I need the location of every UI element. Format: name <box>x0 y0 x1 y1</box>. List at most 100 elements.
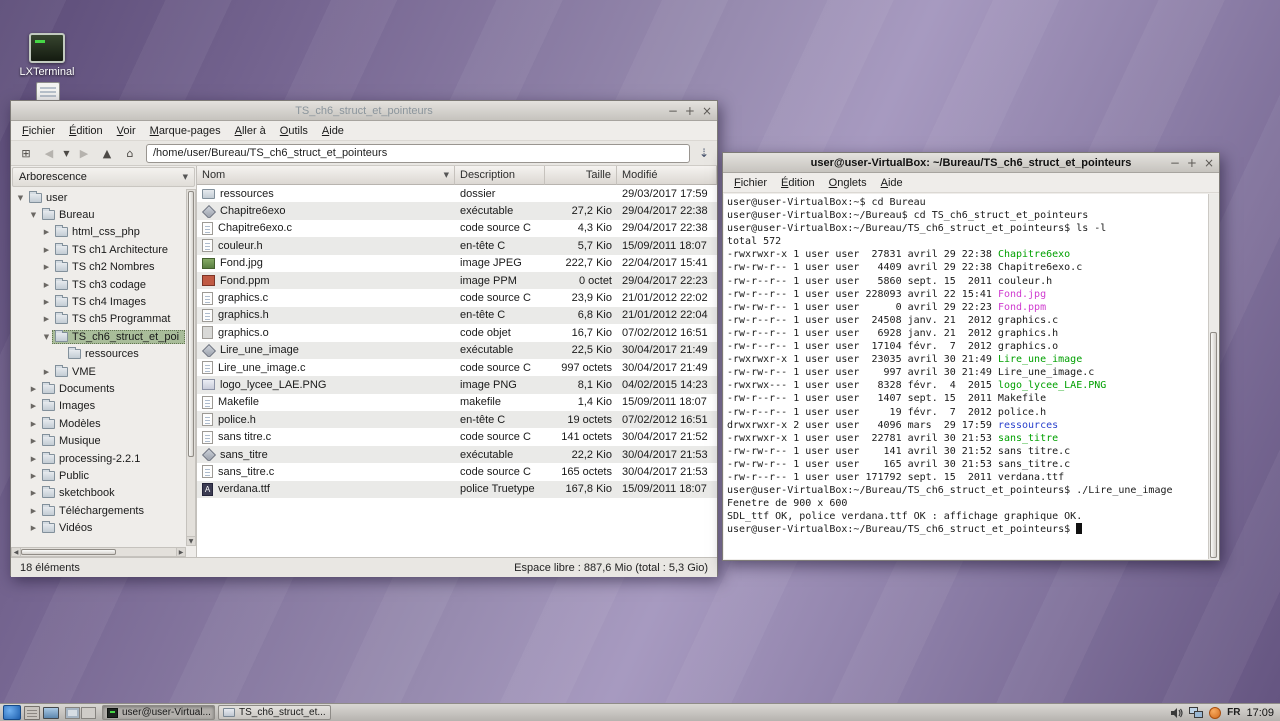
tree-item-documents[interactable]: ▶ Documents <box>12 380 185 397</box>
new-tab-icon[interactable]: ⊞ <box>15 143 37 163</box>
maximize-button[interactable]: + <box>685 105 695 117</box>
tree-item-ts-ch1-architecture[interactable]: ▶ TS ch1 Architecture <box>12 241 185 258</box>
tree-item-vme[interactable]: ▶ VME <box>12 363 185 380</box>
expander-icon[interactable]: ▶ <box>28 455 39 463</box>
tree-item-bureau[interactable]: ▼ Bureau <box>12 206 185 223</box>
file-row-couleur-h[interactable]: couleur.h en-tête C 5,7 Kio 15/09/2011 18:0… <box>197 237 717 255</box>
terminal-titlebar[interactable]: user@user-VirtualBox: ~/Bureau/TS_ch6_st… <box>723 153 1219 173</box>
expander-icon[interactable]: ▶ <box>41 246 52 254</box>
updates-icon[interactable] <box>1209 706 1222 719</box>
tree-item-images[interactable]: ▶ Images <box>12 398 185 415</box>
file-row-logo-lycee-lae-png[interactable]: logo_lycee_LAE.PNG image PNG 8,1 Kio 04/02/… <box>197 376 717 394</box>
file-row-chapitre6exo[interactable]: Chapitre6exo exécutable 27,2 Kio 29/04/2017… <box>197 202 717 220</box>
file-manager-titlebar[interactable]: TS_ch6_struct_et_pointeurs − + × <box>11 101 717 121</box>
column-header-taille[interactable]: Taille <box>545 166 617 185</box>
file-row-verdana-ttf[interactable]: verdana.ttf police Truetype 167,8 Kio 15/09… <box>197 480 717 499</box>
volume-icon[interactable] <box>1170 707 1183 719</box>
tree-item-ts-ch6-struct-et-poi[interactable]: ▼ TS_ch6_struct_et_poi <box>12 328 185 345</box>
back-icon[interactable]: ◀ <box>38 143 60 163</box>
expander-icon[interactable]: ▶ <box>28 420 39 428</box>
expander-icon[interactable]: ▶ <box>28 385 39 393</box>
minimize-button[interactable]: − <box>668 105 678 117</box>
tree-item-ressources[interactable]: ressources <box>12 346 185 363</box>
menu-voir[interactable]: Voir <box>110 123 143 139</box>
expander-icon[interactable]: ▶ <box>28 524 39 532</box>
column-header-modifie[interactable]: Modifié <box>617 166 717 185</box>
menu-edition[interactable]: Édition <box>62 123 110 139</box>
file-row-fond-ppm[interactable]: Fond.ppm image PPM 0 octet 29/04/2017 22:23 <box>197 271 717 290</box>
column-header-nom[interactable]: Nom ▼ <box>197 166 455 185</box>
expander-icon[interactable]: ▶ <box>28 472 39 480</box>
menu-marque-pages[interactable]: Marque-pages <box>143 123 228 139</box>
tree-item-ts-ch3-codage[interactable]: ▶ TS ch3 codage <box>12 276 185 293</box>
scrollbar-thumb[interactable] <box>188 191 194 458</box>
menu-aide[interactable]: Aide <box>874 175 910 191</box>
terminal-screen[interactable]: user@user-VirtualBox:~$ cd Bureau user@us… <box>724 194 1208 559</box>
tree-item-html-css-php[interactable]: ▶ html_css_php <box>12 224 185 241</box>
close-button[interactable]: × <box>702 105 712 117</box>
file-row-lire-une-image[interactable]: Lire_une_image exécutable 22,5 Kio 30/04/20… <box>197 341 717 359</box>
side-pane-horizontal-scrollbar[interactable]: ◀ ▶ <box>11 547 186 557</box>
scroll-down-icon[interactable]: ▼ <box>187 536 195 545</box>
tree-item-musique[interactable]: ▶ Musique <box>12 432 185 449</box>
tree-item-processing-2-2-1[interactable]: ▶ processing-2.2.1 <box>12 450 185 467</box>
desktop-launcher-icon[interactable] <box>43 707 59 719</box>
expander-icon[interactable]: ▶ <box>41 298 52 306</box>
terminal-scrollbar[interactable] <box>1208 194 1218 559</box>
menu-edition[interactable]: Édition <box>774 175 822 191</box>
tree-item-sketchbook[interactable]: ▶ sketchbook <box>12 485 185 502</box>
scrollbar-thumb[interactable] <box>1210 331 1217 558</box>
tree-item-videos[interactable]: ▶ Vidéos <box>12 519 185 536</box>
menu-fichier[interactable]: Fichier <box>15 123 62 139</box>
file-row-makefile[interactable]: Makefile makefile 1,4 Kio 15/09/2011 18:07 <box>197 394 717 411</box>
side-pane-vertical-scrollbar[interactable]: ▼ <box>186 189 196 546</box>
expander-icon[interactable]: ▶ <box>41 315 52 323</box>
workspace-1[interactable] <box>65 706 80 719</box>
expander-icon[interactable]: ▶ <box>41 228 52 236</box>
expander-icon[interactable]: ▼ <box>41 333 52 341</box>
file-row-graphics-c[interactable]: graphics.c code source C 23,9 Kio 21/01/201… <box>197 289 717 306</box>
file-row-sans-titre[interactable]: sans_titre exécutable 22,2 Kio 30/04/2017 2… <box>197 445 717 464</box>
path-bar[interactable] <box>146 143 690 163</box>
menu-onglets[interactable]: Onglets <box>822 175 874 191</box>
network-icon[interactable] <box>1189 706 1204 719</box>
tree-item-telechargements[interactable]: ▶ Téléchargements <box>12 502 185 519</box>
tree-item-ts-ch2-nombres[interactable]: ▶ TS ch2 Nombres <box>12 259 185 276</box>
file-row-sans-titre-c[interactable]: sans titre.c code source C 141 octets 30/04… <box>197 428 717 445</box>
side-pane-mode-selector[interactable]: Arborescence ▼ <box>12 167 195 187</box>
file-row-sans-titre-c[interactable]: sans_titre.c code source C 165 octets 30/04… <box>197 463 717 480</box>
tree-item-user[interactable]: ▼ user <box>12 189 185 206</box>
tree-item-modeles[interactable]: ▶ Modèles <box>12 415 185 432</box>
go-button[interactable]: ⇣ <box>695 143 713 163</box>
scroll-right-icon[interactable]: ▶ <box>176 548 185 556</box>
column-header-description[interactable]: Description <box>455 166 545 185</box>
maximize-button[interactable]: + <box>1187 157 1197 169</box>
expander-icon[interactable]: ▶ <box>28 437 39 445</box>
forward-icon[interactable]: ▶ <box>73 143 95 163</box>
expander-icon[interactable]: ▶ <box>28 507 39 515</box>
desktop-icon-lxterminal[interactable]: LXTerminal <box>14 33 80 78</box>
tree-item-ts-ch5-programmat[interactable]: ▶ TS ch5 Programmat <box>12 311 185 328</box>
up-icon[interactable]: ▲ <box>96 143 118 163</box>
file-row-fond-jpg[interactable]: Fond.jpg image JPEG 222,7 Kio 22/04/2017 15… <box>197 255 717 272</box>
expander-icon[interactable]: ▶ <box>41 281 52 289</box>
history-dropdown-icon[interactable]: ▼ <box>61 143 72 163</box>
workspace-2[interactable] <box>81 706 96 719</box>
tree-item-public[interactable]: ▶ Public <box>12 467 185 484</box>
expander-icon[interactable]: ▼ <box>28 211 39 219</box>
minimize-button[interactable]: − <box>1170 157 1180 169</box>
expander-icon[interactable]: ▶ <box>41 368 52 376</box>
start-menu-button[interactable] <box>3 705 21 720</box>
keyboard-layout-indicator[interactable]: FR <box>1227 707 1240 718</box>
tree-item-ts-ch4-images[interactable]: ▶ TS ch4 Images <box>12 293 185 310</box>
scroll-left-icon[interactable]: ◀ <box>12 548 21 556</box>
file-row-chapitre6exo-c[interactable]: Chapitre6exo.c code source C 4,3 Kio 29/04/… <box>197 220 717 237</box>
file-row-graphics-o[interactable]: graphics.o code objet 16,7 Kio 07/02/2012 1… <box>197 324 717 341</box>
home-icon[interactable]: ⌂ <box>119 143 141 163</box>
close-button[interactable]: × <box>1204 157 1214 169</box>
menu-outils[interactable]: Outils <box>273 123 315 139</box>
taskbar-task-user-user-virtual[interactable]: user@user-Virtual... <box>102 705 215 720</box>
expander-icon[interactable]: ▼ <box>15 194 26 202</box>
menu-aller-a[interactable]: Aller à <box>228 123 273 139</box>
menu-fichier[interactable]: Fichier <box>727 175 774 191</box>
